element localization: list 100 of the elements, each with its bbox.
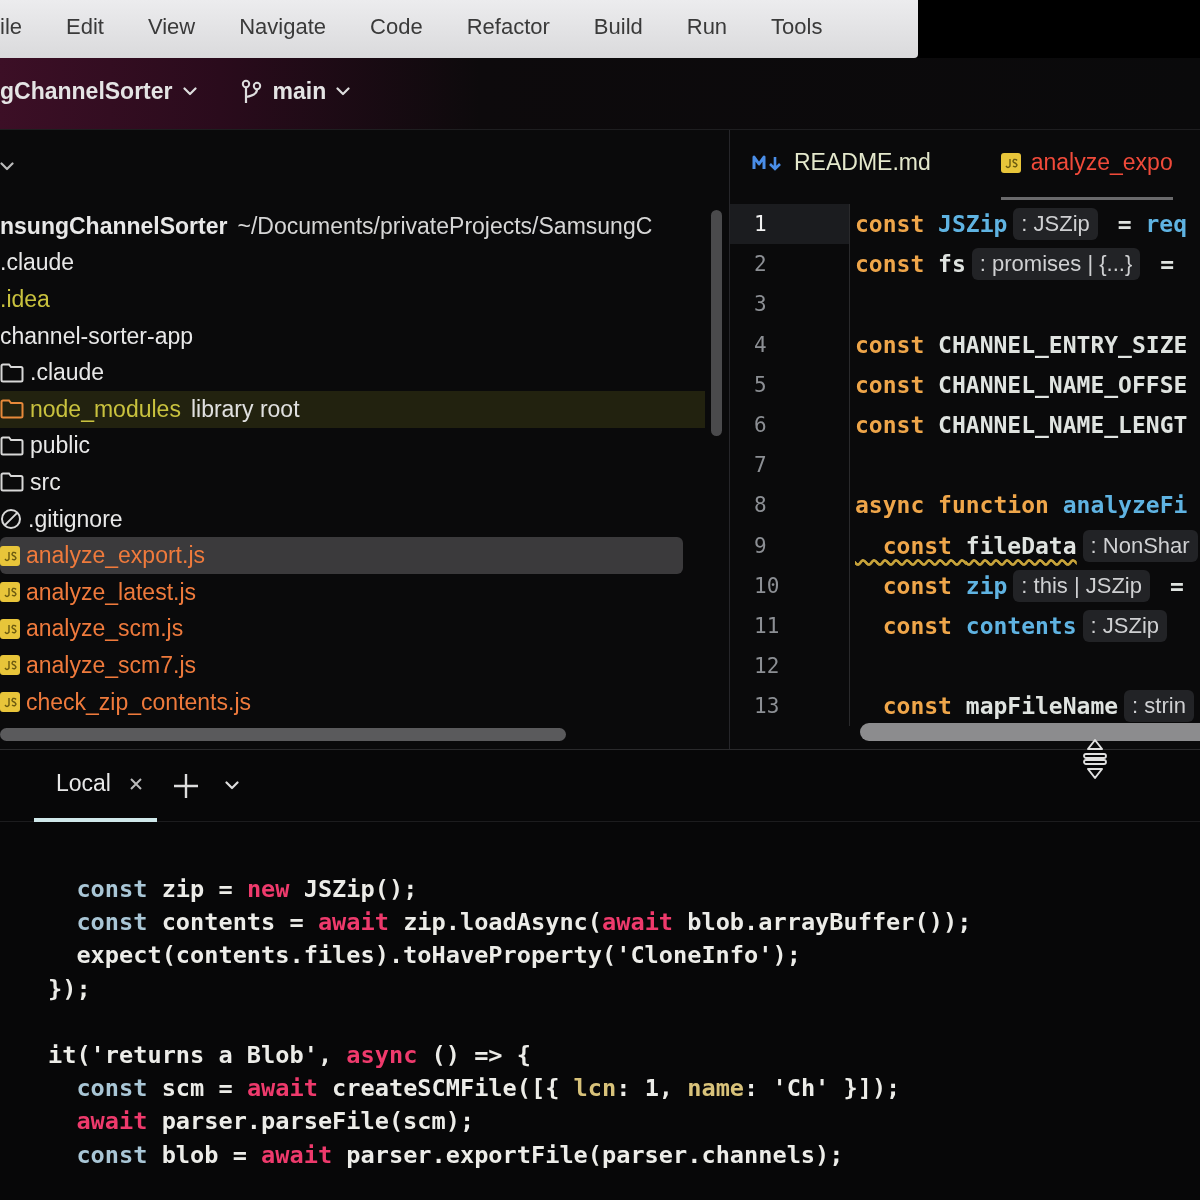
menu-item[interactable]: Edit (44, 14, 126, 40)
code-token: }); (48, 974, 91, 1003)
menu-item[interactable]: Refactor (444, 14, 572, 40)
tree-row[interactable]: analyze_scm.js (0, 610, 705, 648)
code-token: await (261, 1140, 334, 1169)
project-selector[interactable]: gChannelSorter (0, 78, 197, 105)
code-token: CHANNEL_NAME_LENGT (938, 412, 1188, 439)
tree-row[interactable]: analyze_latest.js (0, 573, 705, 611)
code-token: async (346, 1040, 419, 1069)
tree-row[interactable]: analyze_scm7.js (0, 647, 705, 684)
file-name: public (30, 432, 91, 460)
menu-item[interactable]: Tools (749, 14, 845, 40)
line-number: 9 (730, 525, 850, 566)
code-token: const (855, 251, 926, 278)
file-name: analyze_export.js (26, 542, 205, 570)
tree-row[interactable]: .idea (0, 281, 705, 318)
code-token: zip.loadAsync( (403, 908, 602, 937)
collapse-chevron-icon[interactable] (0, 161, 14, 171)
file-name: analyze_latest.js (26, 578, 197, 606)
code-token: JSZip(); (303, 875, 418, 903)
code-token: : 'Ch' }]); (744, 1074, 901, 1103)
code-token: name (687, 1074, 745, 1103)
line-number: 2 (730, 244, 850, 285)
scrollbar-thumb[interactable] (711, 210, 722, 436)
code-token: parser.parseFile(scm); (161, 1107, 475, 1136)
folder-icon (0, 399, 24, 420)
file-name: .claude (30, 359, 105, 387)
tree-row[interactable]: .claude (0, 354, 705, 391)
tree-row[interactable]: nsungChannelSorter ~/Documents/privateProjects/SamsungC (0, 208, 705, 245)
code-token: parser.exportFile(parser.channels); (346, 1140, 844, 1169)
editor-tab[interactable]: analyze_expo (1000, 134, 1173, 200)
file-name: src (30, 468, 61, 496)
code-token: const (75, 1140, 149, 1169)
inlay-hint: : NonShar (1082, 529, 1198, 562)
code-token: const (881, 532, 953, 559)
chevron-down-icon[interactable] (336, 87, 351, 96)
inlay-hint: : this | JSZip (1013, 569, 1150, 602)
code-token: const (855, 331, 926, 358)
tree-row[interactable]: analyze_export.js (0, 537, 683, 574)
file-name: nsungChannelSorter (0, 212, 228, 240)
code-token: zip (965, 572, 1008, 599)
file-name: check_zip_contents.js (26, 688, 251, 716)
code-token: = (1169, 572, 1184, 599)
inlay-hint: : promises | {...} (971, 248, 1141, 281)
code-token: const (881, 612, 953, 639)
markdown-icon (752, 153, 784, 172)
file-name: channel-sorter-app (0, 322, 194, 350)
line-number: 13 (730, 686, 850, 727)
chevron-down-icon[interactable] (225, 781, 239, 790)
code-token: await (602, 908, 675, 937)
tree-row[interactable]: check_zip_contents.js (0, 683, 705, 721)
code-token: scm = (161, 1074, 234, 1103)
line-number: 5 (730, 364, 850, 405)
branch-selector[interactable]: main (240, 78, 351, 105)
js-file-icon (0, 618, 20, 639)
resize-handle-icon[interactable] (1082, 738, 1108, 780)
inlay-hint: : JSZip (1082, 609, 1168, 642)
scrollbar-thumb[interactable] (0, 728, 566, 741)
menu-item[interactable]: Run (664, 14, 750, 40)
tree-row[interactable]: .claude (0, 244, 705, 282)
tree-row[interactable]: node_modules library root (0, 390, 705, 428)
line-number: 3 (730, 284, 850, 325)
line-number: 4 (730, 324, 850, 365)
js-file-icon (0, 545, 20, 566)
inlay-hint: : strin (1124, 690, 1194, 723)
library-root-note: library root (190, 395, 300, 423)
code-token: await (246, 1074, 319, 1103)
tree-row[interactable]: public (0, 427, 705, 465)
code-token: fileData (965, 532, 1077, 559)
line-number: 1 (730, 204, 850, 245)
tree-row[interactable]: src (0, 464, 705, 501)
file-name: .gitignore (28, 505, 123, 533)
js-file-icon (0, 692, 20, 712)
close-icon[interactable] (129, 776, 143, 791)
code-token: () => { (431, 1040, 531, 1069)
code-token: await (75, 1107, 149, 1136)
code-token: = (1160, 251, 1175, 278)
code-token: async function (855, 492, 1050, 519)
line-number: 12 (730, 646, 850, 687)
code-token: const (855, 371, 926, 398)
menu-item[interactable]: Build (571, 14, 665, 40)
menu-item[interactable]: Code (348, 14, 445, 40)
code-token: const (881, 572, 953, 599)
menu-item[interactable]: ile (0, 14, 44, 40)
code-token: mapFileName (965, 693, 1119, 720)
code-token: new (246, 875, 291, 903)
code-token: const (855, 211, 926, 238)
scrollbar-thumb[interactable] (860, 723, 1200, 741)
menu-item[interactable]: Navigate (217, 14, 349, 40)
menu-item[interactable]: View (125, 14, 218, 40)
editor-tab[interactable]: README.md (752, 134, 931, 200)
line-number: 6 (730, 404, 850, 446)
file-name: analyze_scm7.js (26, 651, 197, 679)
code-token: CHANNEL_NAME_OFFSE (938, 371, 1188, 398)
terminal-tab[interactable]: Local (34, 749, 157, 822)
chevron-down-icon[interactable] (182, 87, 197, 96)
tree-row[interactable]: .gitignore (0, 500, 705, 538)
tree-row[interactable]: channel-sorter-app (0, 317, 705, 355)
plus-icon[interactable] (173, 772, 199, 799)
project-path: ~/Documents/privateProjects/SamsungC (237, 212, 653, 240)
